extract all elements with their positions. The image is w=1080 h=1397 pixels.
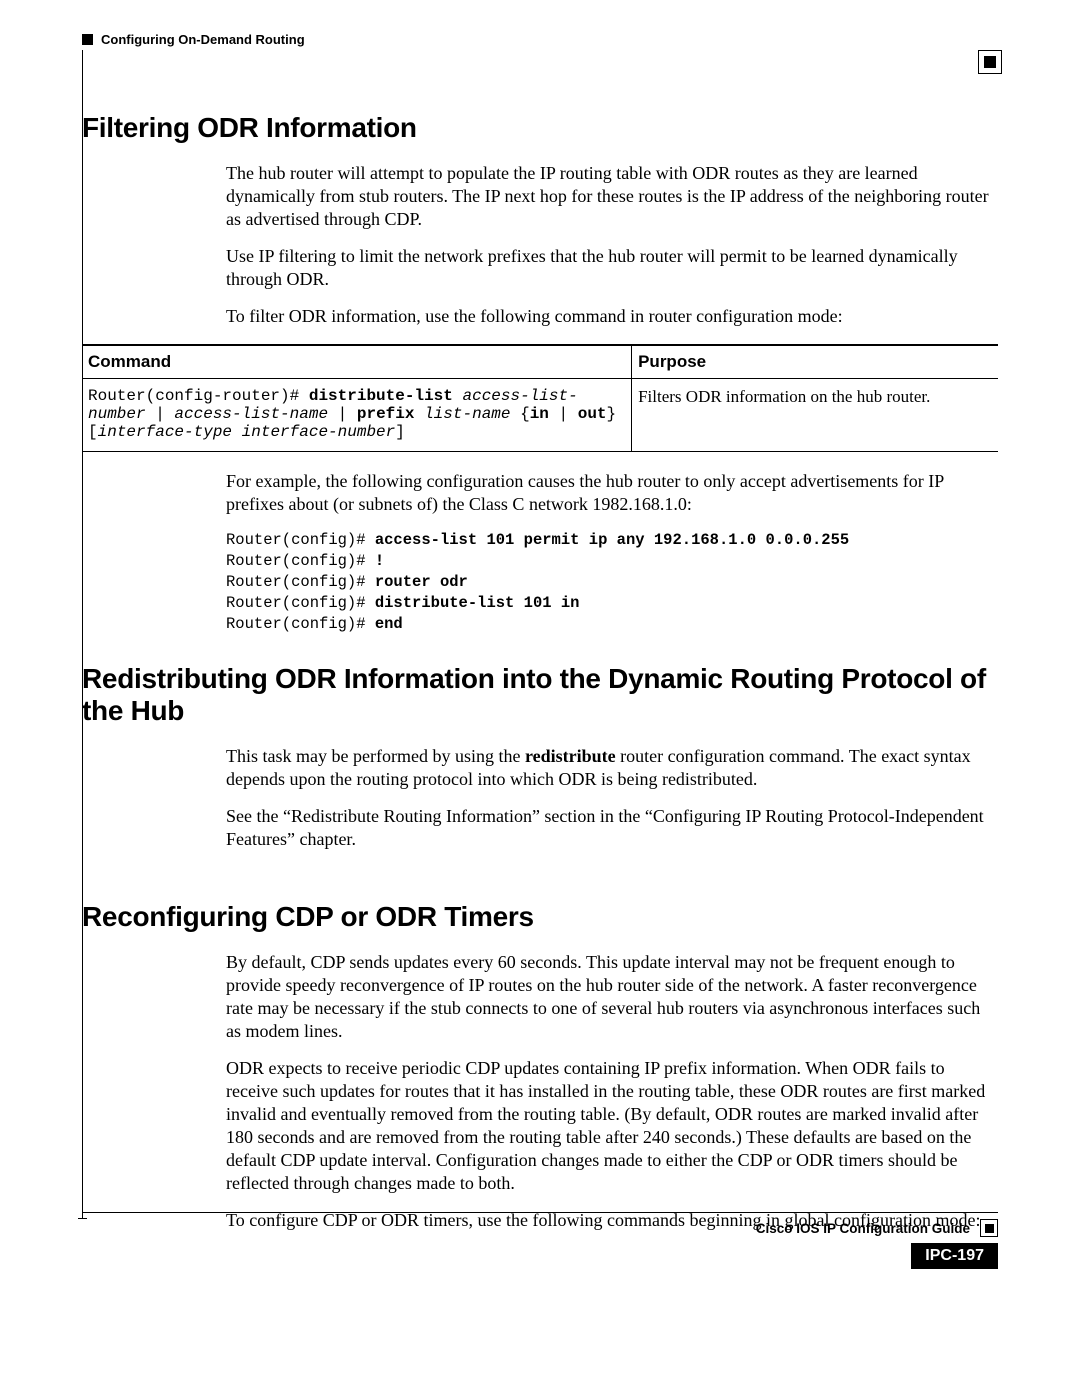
cmd-prompt: Router(config-router)#: [88, 387, 309, 405]
cmd-arg3: list-name: [424, 405, 510, 423]
code-block: Router(config)# access-list 101 permit i…: [226, 530, 998, 635]
timers-body: By default, CDP sends updates every 60 s…: [226, 951, 998, 1232]
command-table: Command Purpose Router(config-router)# d…: [82, 344, 998, 452]
footer-rule: [82, 1212, 998, 1213]
table-row: Router(config-router)# distribute-list a…: [82, 379, 998, 452]
filtering-example: For example, the following configuration…: [226, 470, 998, 635]
header-marker-icon: [82, 34, 93, 45]
cmd-kw4: out: [578, 405, 607, 423]
content-area: Filtering ODR Information The hub router…: [82, 112, 998, 1246]
redistributing-p2: See the “Redistribute Routing Informatio…: [226, 805, 998, 851]
footer-guide-title: Cisco IOS IP Configuration Guide: [756, 1221, 970, 1236]
chapter-title: Configuring On-Demand Routing: [101, 32, 305, 47]
redistributing-body: This task may be performed by using the …: [226, 745, 998, 851]
running-header: Configuring On-Demand Routing: [82, 32, 998, 47]
page-number-badge: IPC-197: [911, 1243, 998, 1269]
heading-timers: Reconfiguring CDP or ODR Timers: [82, 901, 998, 933]
corner-marker-inner: [984, 56, 996, 68]
redistributing-p1: This task may be performed by using the …: [226, 745, 998, 791]
filtering-p3: To filter ODR information, use the follo…: [226, 305, 998, 328]
td-purpose: Filters ODR information on the hub route…: [632, 379, 998, 452]
table-header-row: Command Purpose: [82, 345, 998, 379]
cmd-kw1: distribute-list: [309, 387, 453, 405]
footer: Cisco IOS IP Configuration Guide: [82, 1212, 998, 1237]
footer-marker-icon: [980, 1219, 998, 1237]
heading-filtering: Filtering ODR Information: [82, 112, 998, 144]
cmd-arg2: access-list-name: [174, 405, 328, 423]
footer-row: Cisco IOS IP Configuration Guide: [82, 1219, 998, 1237]
filtering-p1: The hub router will attempt to populate …: [226, 162, 998, 231]
cmd-kw3: in: [530, 405, 549, 423]
timers-p1: By default, CDP sends updates every 60 s…: [226, 951, 998, 1043]
timers-p2: ODR expects to receive periodic CDP upda…: [226, 1057, 998, 1195]
th-purpose: Purpose: [632, 345, 998, 379]
filtering-p2: Use IP filtering to limit the network pr…: [226, 245, 998, 291]
th-command: Command: [82, 345, 632, 379]
filtering-body: The hub router will attempt to populate …: [226, 162, 998, 328]
cmd-arg4: interface-type interface-number: [98, 423, 396, 441]
corner-marker-icon: [978, 50, 1002, 74]
cmd-kw2: prefix: [357, 405, 415, 423]
td-command: Router(config-router)# distribute-list a…: [82, 379, 632, 452]
page: Configuring On-Demand Routing Filtering …: [0, 0, 1080, 1397]
filtering-p4: For example, the following configuration…: [226, 470, 998, 516]
heading-redistributing: Redistributing ODR Information into the …: [82, 663, 998, 727]
